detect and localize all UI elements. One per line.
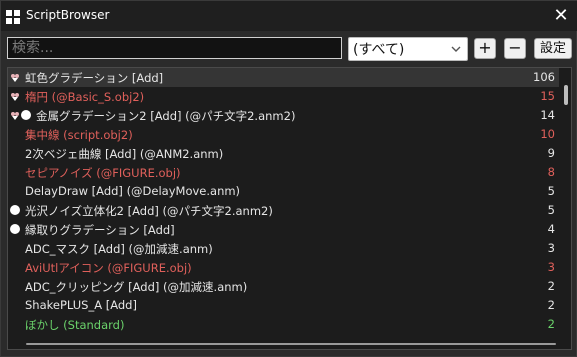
circle-icon [21, 110, 31, 120]
list-item-name: 虹色グラデーション [Add] [25, 71, 164, 85]
list-item[interactable]: 金属グラデーション2 [Add] (@パチ文字2.anm2) 14 [8, 106, 560, 125]
list-item-count: 2 [547, 298, 555, 312]
list-item-name: 2次ベジェ曲線 [Add] (@ANM2.anm) [25, 147, 224, 161]
list-item-name: 光沢ノイズ立体化2 [Add] (@パチ文字2.anm2) [25, 204, 273, 218]
list-item-count: 3 [547, 260, 555, 274]
list-item-name: AviUtlアイコン (@FIGURE.obj) [25, 261, 192, 275]
list-item-count: 8 [547, 165, 555, 179]
list-item-name: ぼかし (Standard) [25, 318, 125, 332]
list-item-name: 楕円 (@Basic_S.obj2) [25, 90, 145, 104]
list-item-name: ShakePLUS_A [Add] [25, 298, 137, 312]
list-item[interactable]: セピアノイズ (@FIGURE.obj) 8 [8, 163, 560, 182]
list-item[interactable]: DelayDraw [Add] (@DelayMove.anm) 5 [8, 182, 560, 201]
search-input[interactable] [7, 37, 342, 59]
list-item-count: 5 [547, 184, 555, 198]
list-item[interactable]: ぼかし (Standard) 2 [8, 315, 560, 334]
close-button[interactable]: ✕ [552, 5, 570, 27]
list-item[interactable]: 2次ベジェ曲線 [Add] (@ANM2.anm) 9 [8, 144, 560, 163]
list-item[interactable]: ShakePLUS_A [Add] 2 [8, 296, 560, 315]
add-button[interactable]: + [474, 38, 496, 59]
close-icon: ✕ [553, 5, 569, 26]
pin-icon [10, 91, 20, 101]
list-item[interactable]: 光沢ノイズ立体化2 [Add] (@パチ文字2.anm2) 5 [8, 201, 560, 220]
list-item-name: DelayDraw [Add] (@DelayMove.anm) [25, 184, 241, 198]
chevron-down-icon [451, 46, 461, 52]
list-item-name: 金属グラデーション2 [Add] (@パチ文字2.anm2) [36, 109, 296, 123]
list-item[interactable]: 虹色グラデーション [Add] 106 [8, 68, 560, 87]
vertical-scrollbar[interactable] [559, 68, 571, 349]
list-item-count: 14 [540, 108, 555, 122]
list-item-count: 10 [540, 127, 555, 141]
list-item-count: 5 [547, 203, 555, 217]
list-item[interactable]: AviUtlアイコン (@FIGURE.obj) 3 [8, 258, 560, 277]
script-list[interactable]: 虹色グラデーション [Add] 106 楕円 (@Basic_S.obj2) 15 金属… [7, 67, 572, 350]
category-selected-value: (すべて) [353, 42, 405, 58]
list-item-count: 3 [547, 241, 555, 255]
pin-icon [10, 72, 20, 82]
vertical-scroll-thumb[interactable] [564, 85, 568, 105]
list-item-count: 4 [547, 222, 555, 236]
remove-button[interactable]: − [504, 38, 526, 59]
list-item-count: 9 [547, 146, 555, 160]
list-item-name: ADC_クリッピング [Add] (@加減速.anm) [25, 280, 248, 294]
script-browser-window: ScriptBrowser ✕ (すべて) + − 設定 虹色グラデーション [… [0, 0, 577, 357]
list-item-name: ADC_マスク [Add] (@加減速.anm) [25, 242, 213, 256]
circle-icon [10, 205, 20, 215]
list-item[interactable]: 楕円 (@Basic_S.obj2) 15 [8, 87, 560, 106]
list-item[interactable]: 縁取りグラデーション [Add] 4 [8, 220, 560, 239]
list-item[interactable]: ADC_マスク [Add] (@加減速.anm) 3 [8, 239, 560, 258]
circle-icon [10, 224, 20, 234]
list-item-count: 2 [547, 279, 555, 293]
list-item-name: 縁取りグラデーション [Add] [25, 223, 175, 237]
app-grid-icon [6, 10, 20, 24]
settings-button[interactable]: 設定 [534, 38, 572, 59]
list-item-count: 15 [540, 89, 555, 103]
category-dropdown[interactable]: (すべて) [348, 37, 468, 61]
horizontal-scroll-thumb[interactable] [26, 343, 556, 345]
horizontal-scrollbar[interactable] [8, 339, 560, 349]
list-item[interactable]: ADC_クリッピング [Add] (@加減速.anm) 2 [8, 277, 560, 296]
list-item-count: 2 [547, 317, 555, 331]
list-item-name: 集中線 (script.obj2) [25, 128, 133, 142]
title-bar[interactable]: ScriptBrowser ✕ [1, 1, 577, 31]
list-item-name: セピアノイズ (@FIGURE.obj) [25, 166, 181, 180]
list-item-count: 106 [533, 70, 555, 84]
window-title: ScriptBrowser [26, 8, 110, 22]
list-item[interactable]: 集中線 (script.obj2) 10 [8, 125, 560, 144]
pin-icon [10, 110, 20, 120]
